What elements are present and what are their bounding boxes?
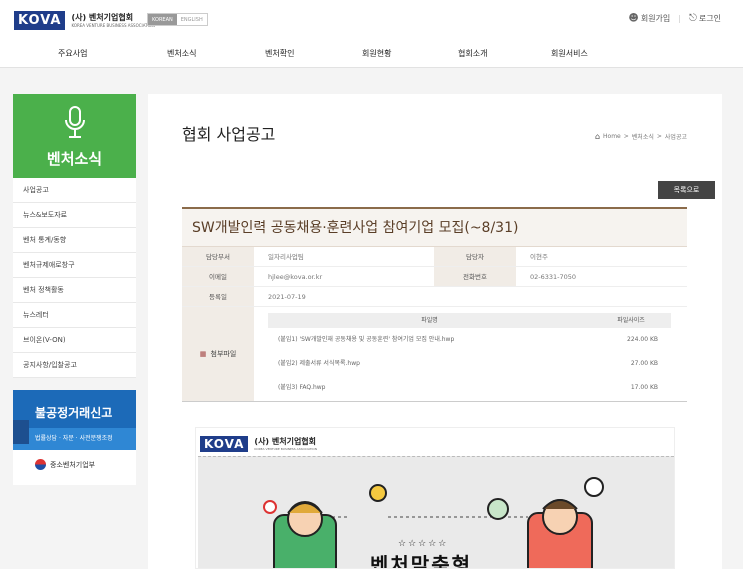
page-title: 협회 사업공고	[182, 125, 276, 144]
info-row: 담당부서 일자리사업팀 담당자 이현주	[182, 247, 687, 267]
poster-headline: 벤처맞춤형	[370, 553, 472, 569]
sidebar: 벤처소식 사업공고 뉴스&보도자료 벤처 통계/동향 벤처규제애로창구 벤처 정…	[13, 94, 136, 378]
user-nav: ☻ 회원가입 | ⎋ 로그인	[628, 13, 721, 24]
breadcrumb-home[interactable]: Home	[603, 133, 621, 140]
sidebar-item-press[interactable]: 뉴스&보도자료	[13, 203, 136, 228]
article: SW개발인력 공동채용·훈련사업 참여기업 모집(~8/31) 담당부서 일자리…	[182, 207, 687, 402]
kova-logo-mark: KOVA	[14, 11, 66, 30]
microphone-icon	[65, 106, 85, 138]
email-value: hjlee@kova.or.kr	[268, 273, 323, 281]
nav-item-confirm[interactable]: 벤처확인	[265, 48, 294, 59]
language-switch: KOREAN ENGLISH	[147, 13, 208, 26]
nav-item-members[interactable]: 회원현황	[362, 48, 391, 59]
poster-image: KOVA (사) 벤처기업협회 KOREA VENTURE BUSINESS A…	[195, 427, 675, 569]
logo-subname: KOREA VENTURE BUSINESS ASSOCIATION	[71, 22, 155, 28]
sidebar-item-von[interactable]: 브이온(V-ON)	[13, 328, 136, 353]
sidebar-header: 벤처소식	[13, 94, 136, 178]
site-logo[interactable]: KOVA (사) 벤처기업협회 KOREA VENTURE BUSINESS A…	[14, 11, 155, 30]
nav-item-news[interactable]: 벤처소식	[167, 48, 196, 59]
info-row: 등록일 2021-07-19	[182, 287, 687, 307]
file-row: (붙임1) 'SW개발인재 공동채용 및 공동훈련' 참여기업 모집 안내.hw…	[268, 328, 671, 352]
sidebar-item-bids[interactable]: 공지사항/입찰공고	[13, 353, 136, 378]
join-link[interactable]: 회원가입	[641, 13, 670, 24]
sidebar-item-regulation[interactable]: 벤처규제애로창구	[13, 253, 136, 278]
rating-stars: ☆☆☆☆☆	[398, 539, 449, 549]
file-table: 파일명 파일사이즈 (붙임1) 'SW개발인재 공동채용 및 공동훈련' 참여기…	[254, 307, 687, 401]
banner-headline: 불공정거래신고	[35, 406, 113, 420]
top-bar: KOVA (사) 벤처기업협회 KOREA VENTURE BUSINESS A…	[0, 0, 743, 40]
list-button[interactable]: 목록으로	[658, 181, 715, 199]
file-link[interactable]: (붙임1) 'SW개발인재 공동채용 및 공동훈련' 참여기업 모집 안내.hw…	[268, 328, 591, 352]
sidebar-item-policy[interactable]: 벤처 정책활동	[13, 278, 136, 303]
sidebar-title: 벤처소식	[46, 150, 103, 168]
main-content: 협회 사업공고 ⌂ Home > 벤처소식 > 사업공고 목록으로 SW개발인력…	[148, 94, 722, 569]
file-link[interactable]: (붙임2) 제출서류 서식목록.hwp	[268, 352, 591, 376]
attachment-icon: ▦	[199, 350, 207, 358]
ministry-label: 중소벤처기업부	[50, 461, 96, 469]
sidebar-item-notice[interactable]: 사업공고	[13, 178, 136, 203]
file-row: (붙임3) FAQ.hwp 17.00 KB	[268, 376, 671, 400]
date-value: 2021-07-19	[268, 293, 306, 301]
nav-item-about[interactable]: 협회소개	[458, 48, 487, 59]
poster-logo: KOVA (사) 벤처기업협회 KOREA VENTURE BUSINESS A…	[200, 436, 317, 452]
home-icon: ⌂	[594, 132, 601, 141]
info-row: 이메일 hjlee@kova.or.kr 전화번호 02-6331-7050	[182, 267, 687, 287]
article-title: SW개발인력 공동채용·훈련사업 참여기업 모집(~8/31)	[182, 209, 687, 247]
sidebar-item-newsletter[interactable]: 뉴스레터	[13, 303, 136, 328]
phone-value: 02-6331-7050	[530, 273, 577, 281]
attachments: ▦ 첨부파일 파일명 파일사이즈 (붙임1) 'SW개발인재 공동채용 및 공동…	[182, 307, 687, 402]
banner-subline: 법률상담 · 자문 · 사전분쟁조정	[13, 428, 136, 450]
breadcrumb-current: 사업공고	[664, 134, 687, 141]
dept-value: 일자리사업팀	[268, 253, 304, 261]
logo-name: (사) 벤처기업협회	[71, 12, 134, 22]
file-link[interactable]: (붙임3) FAQ.hwp	[268, 376, 591, 400]
sidebar-item-stats[interactable]: 벤처 통계/동향	[13, 228, 136, 253]
government-emblem-icon	[35, 459, 46, 470]
breadcrumb: ⌂ Home > 벤처소식 > 사업공고	[594, 132, 687, 141]
sidebar-menu: 사업공고 뉴스&보도자료 벤처 통계/동향 벤처규제애로창구 벤처 정책활동 뉴…	[13, 178, 136, 378]
unfair-trade-banner[interactable]: 불공정거래신고 법률상담 · 자문 · 사전분쟁조정 중소벤처기업부	[13, 390, 136, 485]
lock-icon: ⎋	[688, 13, 697, 24]
nav-item-business[interactable]: 주요사업	[58, 48, 87, 59]
lang-english[interactable]: ENGLISH	[176, 14, 207, 25]
file-row: (붙임2) 제출서류 서식목록.hwp 27.00 KB	[268, 352, 671, 376]
lang-korean[interactable]: KOREAN	[148, 14, 177, 25]
breadcrumb-news[interactable]: 벤처소식	[632, 132, 654, 141]
main-nav: 주요사업 벤처소식 벤처확인 회원현황 협회소개 회원서비스	[0, 40, 743, 68]
user-icon: ☻	[628, 13, 639, 24]
nav-item-services[interactable]: 회원서비스	[551, 48, 588, 59]
login-link[interactable]: 로그인	[699, 13, 721, 24]
poster-illustration: ☆☆☆☆☆ 벤처맞춤형	[198, 456, 674, 569]
manager-value: 이현주	[530, 253, 548, 261]
